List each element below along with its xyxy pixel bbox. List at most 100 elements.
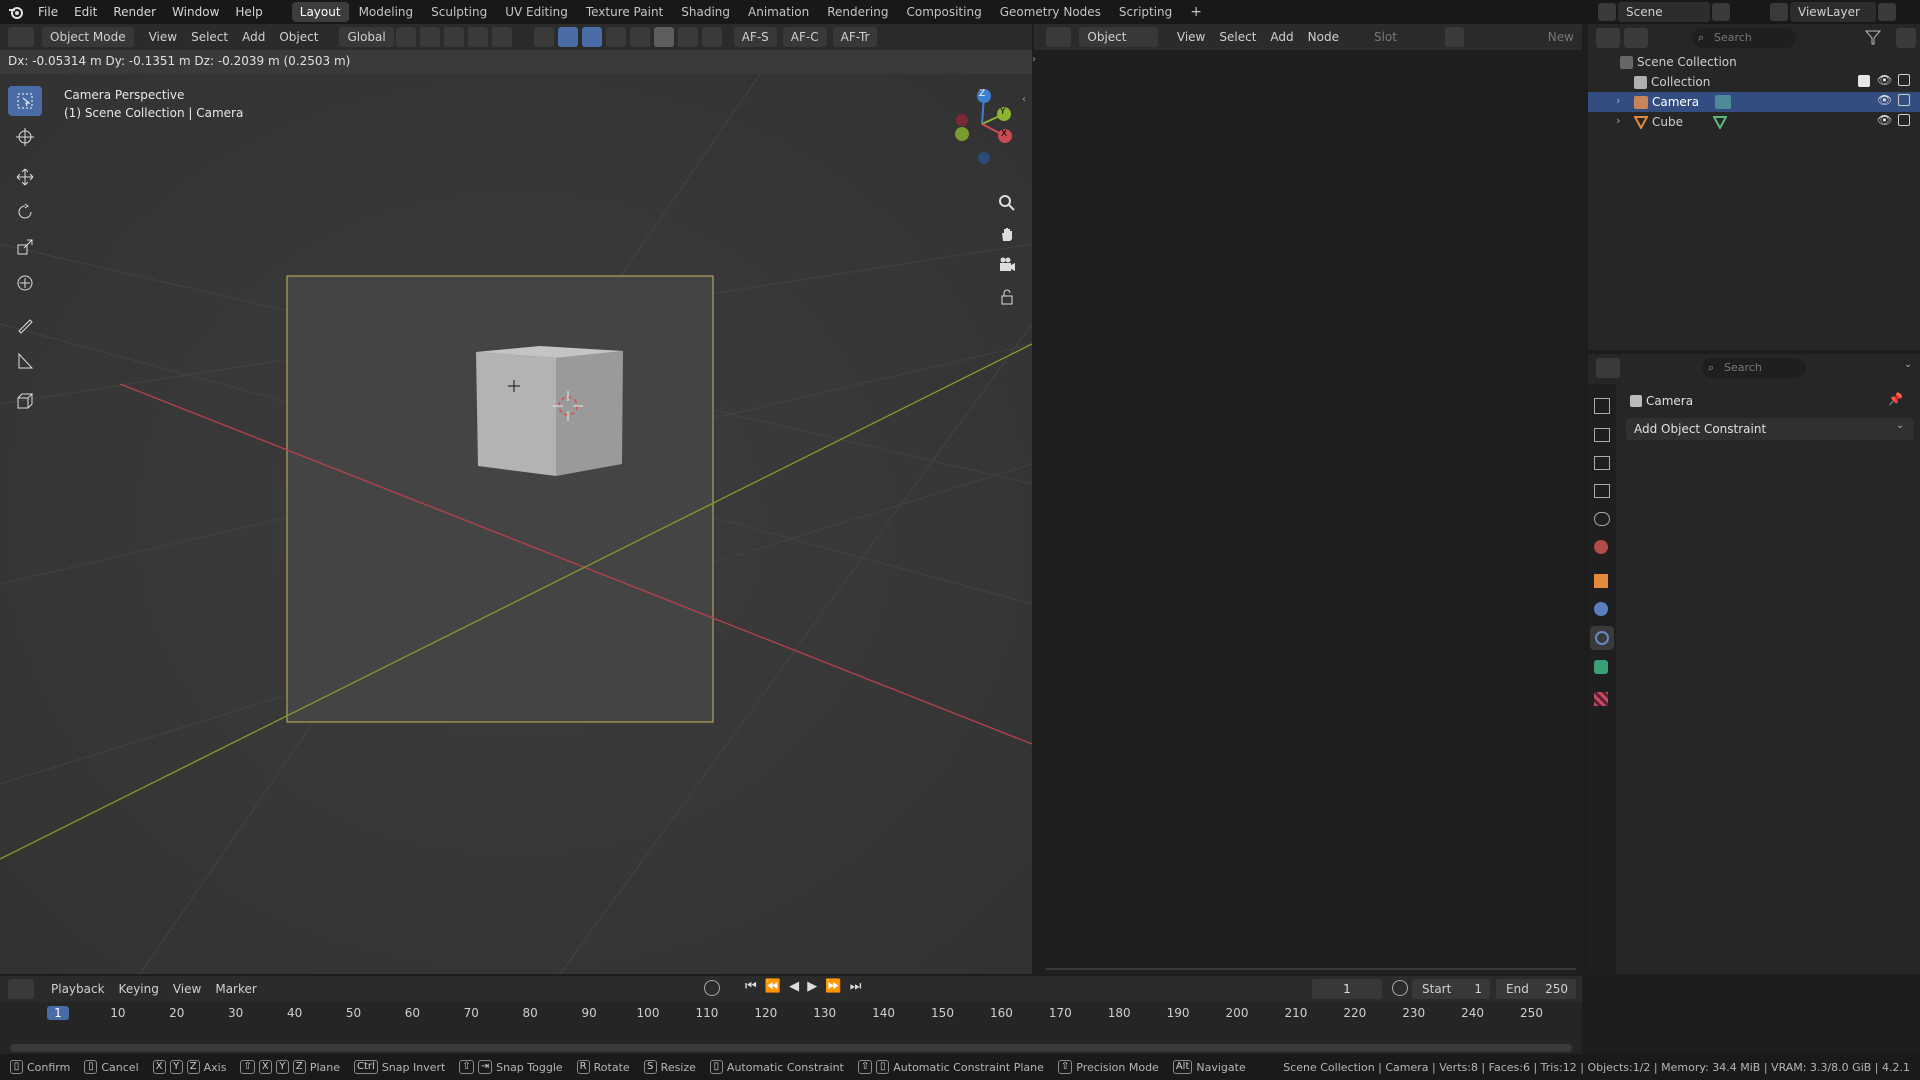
node-menu-add[interactable]: Add <box>1263 27 1300 47</box>
pin-icon[interactable]: 📌 <box>1888 392 1903 406</box>
cursor-tool-button[interactable] <box>8 122 42 152</box>
scale-tool-button[interactable] <box>8 232 42 262</box>
node-menu-node[interactable]: Node <box>1301 27 1346 47</box>
camera-view-icon[interactable] <box>998 256 1016 277</box>
node-menu-select[interactable]: Select <box>1212 27 1263 47</box>
world-tab-icon[interactable] <box>1594 540 1608 554</box>
playhead-frame-marker[interactable]: 1 <box>47 1006 69 1020</box>
browse-material-icon[interactable] <box>1444 27 1465 47</box>
add-workspace-icon[interactable]: + <box>1182 2 1210 22</box>
timeline-menu-view[interactable]: View <box>166 979 208 999</box>
pan-hand-icon[interactable] <box>998 225 1016 246</box>
camera-data-icon[interactable] <box>1715 95 1732 109</box>
timeline-scrollbar[interactable] <box>10 1044 1572 1052</box>
new-view-layer-icon[interactable] <box>1878 3 1896 21</box>
cube-eye-icon[interactable]: 👁 <box>1877 113 1892 127</box>
outliner-row-camera[interactable]: › Camera 👁 <box>1588 92 1920 112</box>
constraints-tab[interactable] <box>1590 626 1614 650</box>
editor-split-chevron-icon[interactable]: › <box>1032 54 1036 65</box>
cube-expand-chevron-icon[interactable]: › <box>1616 114 1620 127</box>
end-frame-field[interactable]: End 250 <box>1496 979 1576 999</box>
blender-logo-icon[interactable] <box>8 4 24 20</box>
tab-modeling[interactable]: Modeling <box>351 2 422 22</box>
menu-render[interactable]: Render <box>105 0 164 24</box>
tab-rendering[interactable]: Rendering <box>819 2 896 22</box>
camera-expand-chevron-icon[interactable]: › <box>1616 94 1620 107</box>
menu-edit[interactable]: Edit <box>66 0 105 24</box>
navigation-gizmo[interactable]: Z Y X <box>948 84 1018 194</box>
measure-tool-button[interactable] <box>8 346 42 376</box>
zoom-icon[interactable] <box>998 194 1016 215</box>
tab-sculpting[interactable]: Sculpting <box>423 2 495 22</box>
auto-keying-icon[interactable] <box>704 980 720 996</box>
new-collection-icon[interactable] <box>1896 28 1916 48</box>
outliner-search-input[interactable]: Search <box>1692 28 1796 48</box>
tab-texture-paint[interactable]: Texture Paint <box>578 2 671 22</box>
tab-scripting[interactable]: Scripting <box>1111 2 1180 22</box>
tab-animation[interactable]: Animation <box>740 2 817 22</box>
cube-data-icon[interactable] <box>1712 115 1728 130</box>
menu-help[interactable]: Help <box>227 0 270 24</box>
filter-icon[interactable] <box>1864 28 1882 49</box>
transform-tool-button[interactable] <box>8 268 42 298</box>
playback-controls[interactable]: ⏮ ⏪ ◀ ▶ ⏩ ⏭ <box>745 979 863 994</box>
timeline-ruler[interactable]: 1 10 20 30 40 50 60 70 80 90 100 110 120 130 140 150 160… <box>0 1004 1582 1024</box>
outliner-row-collection[interactable]: Collection 👁 <box>1588 72 1920 92</box>
output-tab-icon[interactable] <box>1594 456 1610 470</box>
node-menu-view[interactable]: View <box>1170 27 1212 47</box>
tab-geometry-nodes[interactable]: Geometry Nodes <box>992 2 1109 22</box>
view-layer-tab-icon[interactable] <box>1594 484 1610 498</box>
timeline-editor-icon[interactable] <box>8 979 34 999</box>
properties-options-chevron-icon[interactable]: ⌄ <box>1904 359 1912 370</box>
tab-shading[interactable]: Shading <box>673 2 738 22</box>
start-frame-field[interactable]: Start 1 <box>1412 979 1490 999</box>
tab-uv-editing[interactable]: UV Editing <box>497 2 576 22</box>
properties-search-input[interactable]: Search <box>1702 358 1806 378</box>
tool-tab-icon[interactable] <box>1594 398 1610 414</box>
timeline-menu-playback[interactable]: Playback <box>44 979 112 999</box>
outliner-row-cube[interactable]: › Cube 👁 <box>1588 112 1920 132</box>
add-cube-tool-button[interactable] <box>8 386 42 416</box>
shader-editor[interactable]: › Object View Select Add Node Slot New <box>1032 24 1582 974</box>
new-scene-icon[interactable] <box>1712 3 1730 21</box>
texture-tab-icon[interactable] <box>1594 692 1608 706</box>
properties-editor-icon[interactable] <box>1596 358 1620 378</box>
timeline-menu-marker[interactable]: Marker <box>208 979 263 999</box>
collection-camera-icon[interactable] <box>1898 74 1910 86</box>
current-frame-input[interactable]: 1 <box>1312 979 1382 999</box>
node-editor-scrollbar[interactable] <box>1046 968 1576 970</box>
view-layer-name[interactable]: ViewLayer <box>1790 2 1876 22</box>
object-tab-icon[interactable] <box>1594 574 1608 588</box>
camera-eye-icon[interactable]: 👁 <box>1877 93 1892 107</box>
select-tool-button[interactable] <box>8 86 42 116</box>
preview-range-icon[interactable] <box>1392 980 1408 996</box>
tab-layout[interactable]: Layout <box>291 2 349 22</box>
menu-file[interactable]: File <box>30 0 66 24</box>
physics-tab-icon[interactable] <box>1594 602 1608 616</box>
cube-render-icon[interactable] <box>1898 114 1910 126</box>
new-material-button[interactable]: New <box>1474 27 1582 47</box>
outliner-row-scene-collection[interactable]: Scene Collection <box>1588 52 1920 72</box>
render-tab-icon[interactable] <box>1594 428 1610 442</box>
collection-checkbox[interactable] <box>1858 75 1870 87</box>
lock-icon[interactable] <box>998 288 1016 309</box>
collapse-chevron-icon[interactable]: ‹ <box>1022 94 1026 105</box>
camera-data-tab-icon[interactable] <box>1594 660 1608 674</box>
add-object-constraint-dropdown[interactable]: Add Object Constraint ⌄ <box>1626 418 1914 440</box>
tab-compositing[interactable]: Compositing <box>898 2 989 22</box>
display-mode-icon[interactable] <box>1624 28 1648 48</box>
timeline-menu-keying[interactable]: Keying <box>112 979 166 999</box>
menu-window[interactable]: Window <box>164 0 227 24</box>
camera-render-icon[interactable] <box>1898 94 1910 106</box>
slot-dropdown[interactable]: Slot <box>1365 27 1437 47</box>
rotate-tool-button[interactable] <box>8 197 42 227</box>
scene-name[interactable]: Scene <box>1618 2 1710 22</box>
shader-editor-type-icon[interactable] <box>1046 27 1072 47</box>
scene-tab-icon[interactable] <box>1594 512 1610 526</box>
annotate-tool-button[interactable] <box>8 310 42 340</box>
3d-viewport[interactable]: Object Mode View Select Add Object Globa… <box>0 24 1032 974</box>
view-layer-selector[interactable]: ViewLayer <box>1768 2 1898 22</box>
shader-type-dropdown[interactable]: Object <box>1079 27 1158 47</box>
move-tool-button[interactable] <box>8 162 42 192</box>
outliner-editor-icon[interactable] <box>1596 28 1620 48</box>
